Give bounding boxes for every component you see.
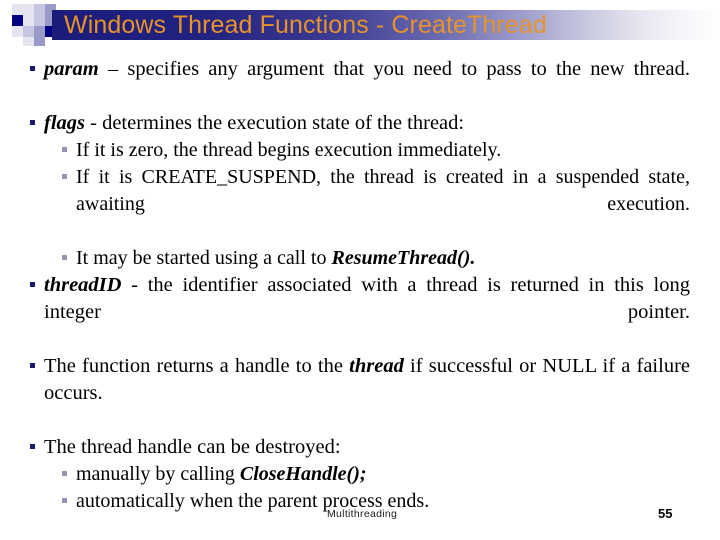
bullet-square-icon xyxy=(30,353,44,368)
bullet-square-icon xyxy=(30,56,44,71)
list-item: manually by calling CloseHandle(); xyxy=(62,461,690,488)
list-item-body: The function returns a handle to the xyxy=(44,355,350,377)
keyword-term: param xyxy=(44,58,99,80)
list-item-text: It may be started using a call to Resume… xyxy=(76,245,690,272)
bullet-square-icon xyxy=(30,434,44,449)
bullet-square-icon xyxy=(62,245,76,260)
code-reference: CloseHandle(); xyxy=(239,463,367,485)
footer-label: Multithreading xyxy=(327,508,398,520)
deco-square-10 xyxy=(23,26,34,37)
list-item-text: If it is CREATE_SUSPEND, the thread is c… xyxy=(76,164,690,245)
decorative-squares-ornament xyxy=(12,4,56,46)
list-item: If it is CREATE_SUSPEND, the thread is c… xyxy=(62,164,690,245)
list-item: If it is zero, the thread begins executi… xyxy=(62,137,690,164)
slide-number: 55 xyxy=(658,506,673,521)
list-item: flags - determines the execution state o… xyxy=(30,110,690,137)
list-item-body: - determines the execution state of the … xyxy=(85,112,465,134)
slide-title-area: Windows Thread Functions - CreateThread xyxy=(0,0,720,52)
list-item-text: The thread handle can be destroyed: xyxy=(44,434,690,461)
bullet-square-icon xyxy=(62,461,76,476)
list-item: threadID - the identifier associated wit… xyxy=(30,272,690,353)
deco-square-2 xyxy=(23,4,34,15)
list-item-text: threadID - the identifier associated wit… xyxy=(44,272,690,353)
deco-square-7 xyxy=(34,15,45,26)
bullet-square-icon xyxy=(62,164,76,179)
deco-square-13 xyxy=(23,37,34,46)
slide-body: param – specifies any argument that you … xyxy=(0,56,720,512)
list-item-body: – specifies any argument that you need t… xyxy=(98,58,690,80)
deco-square-1 xyxy=(12,4,23,15)
slide-footer: Multithreading 55 xyxy=(0,506,720,530)
list-item-body: If it is CREATE_SUSPEND, the thread is c… xyxy=(76,166,690,215)
keyword-term: threadID xyxy=(44,274,122,296)
bullet-square-icon xyxy=(30,272,44,287)
keyword-term: flags xyxy=(44,112,85,134)
list-item: It may be started using a call to Resume… xyxy=(62,245,690,272)
deco-square-11 xyxy=(34,26,45,37)
list-item-text: If it is zero, the thread begins executi… xyxy=(76,137,690,164)
bullet-square-icon xyxy=(62,137,76,152)
list-item-body: - the identifier associated with a threa… xyxy=(44,274,690,323)
list-item-body: The thread handle can be destroyed: xyxy=(44,436,341,458)
deco-square-9 xyxy=(12,26,23,37)
list-item-text: The function returns a handle to the thr… xyxy=(44,353,690,434)
page-title: Windows Thread Functions - CreateThread xyxy=(64,11,547,39)
list-item-text: param – specifies any argument that you … xyxy=(44,56,690,110)
list-item-text: flags - determines the execution state o… xyxy=(44,110,690,137)
list-item-body: It may be started using a call to xyxy=(76,247,332,269)
bullet-square-icon xyxy=(62,488,76,503)
code-reference: ResumeThread(). xyxy=(331,247,476,269)
list-item-body: manually by calling xyxy=(76,463,240,485)
list-item-text: manually by calling CloseHandle(); xyxy=(76,461,690,488)
deco-square-14 xyxy=(34,37,45,46)
deco-square-3 xyxy=(34,4,45,15)
list-item: param – specifies any argument that you … xyxy=(30,56,690,110)
keyword-term: thread xyxy=(349,355,404,377)
list-item-body: If it is zero, the thread begins executi… xyxy=(76,139,502,161)
deco-square-5 xyxy=(12,15,23,26)
bullet-square-icon xyxy=(30,110,44,125)
list-item: The function returns a handle to the thr… xyxy=(30,353,690,434)
deco-square-6 xyxy=(23,15,34,26)
list-item: The thread handle can be destroyed: xyxy=(30,434,690,461)
